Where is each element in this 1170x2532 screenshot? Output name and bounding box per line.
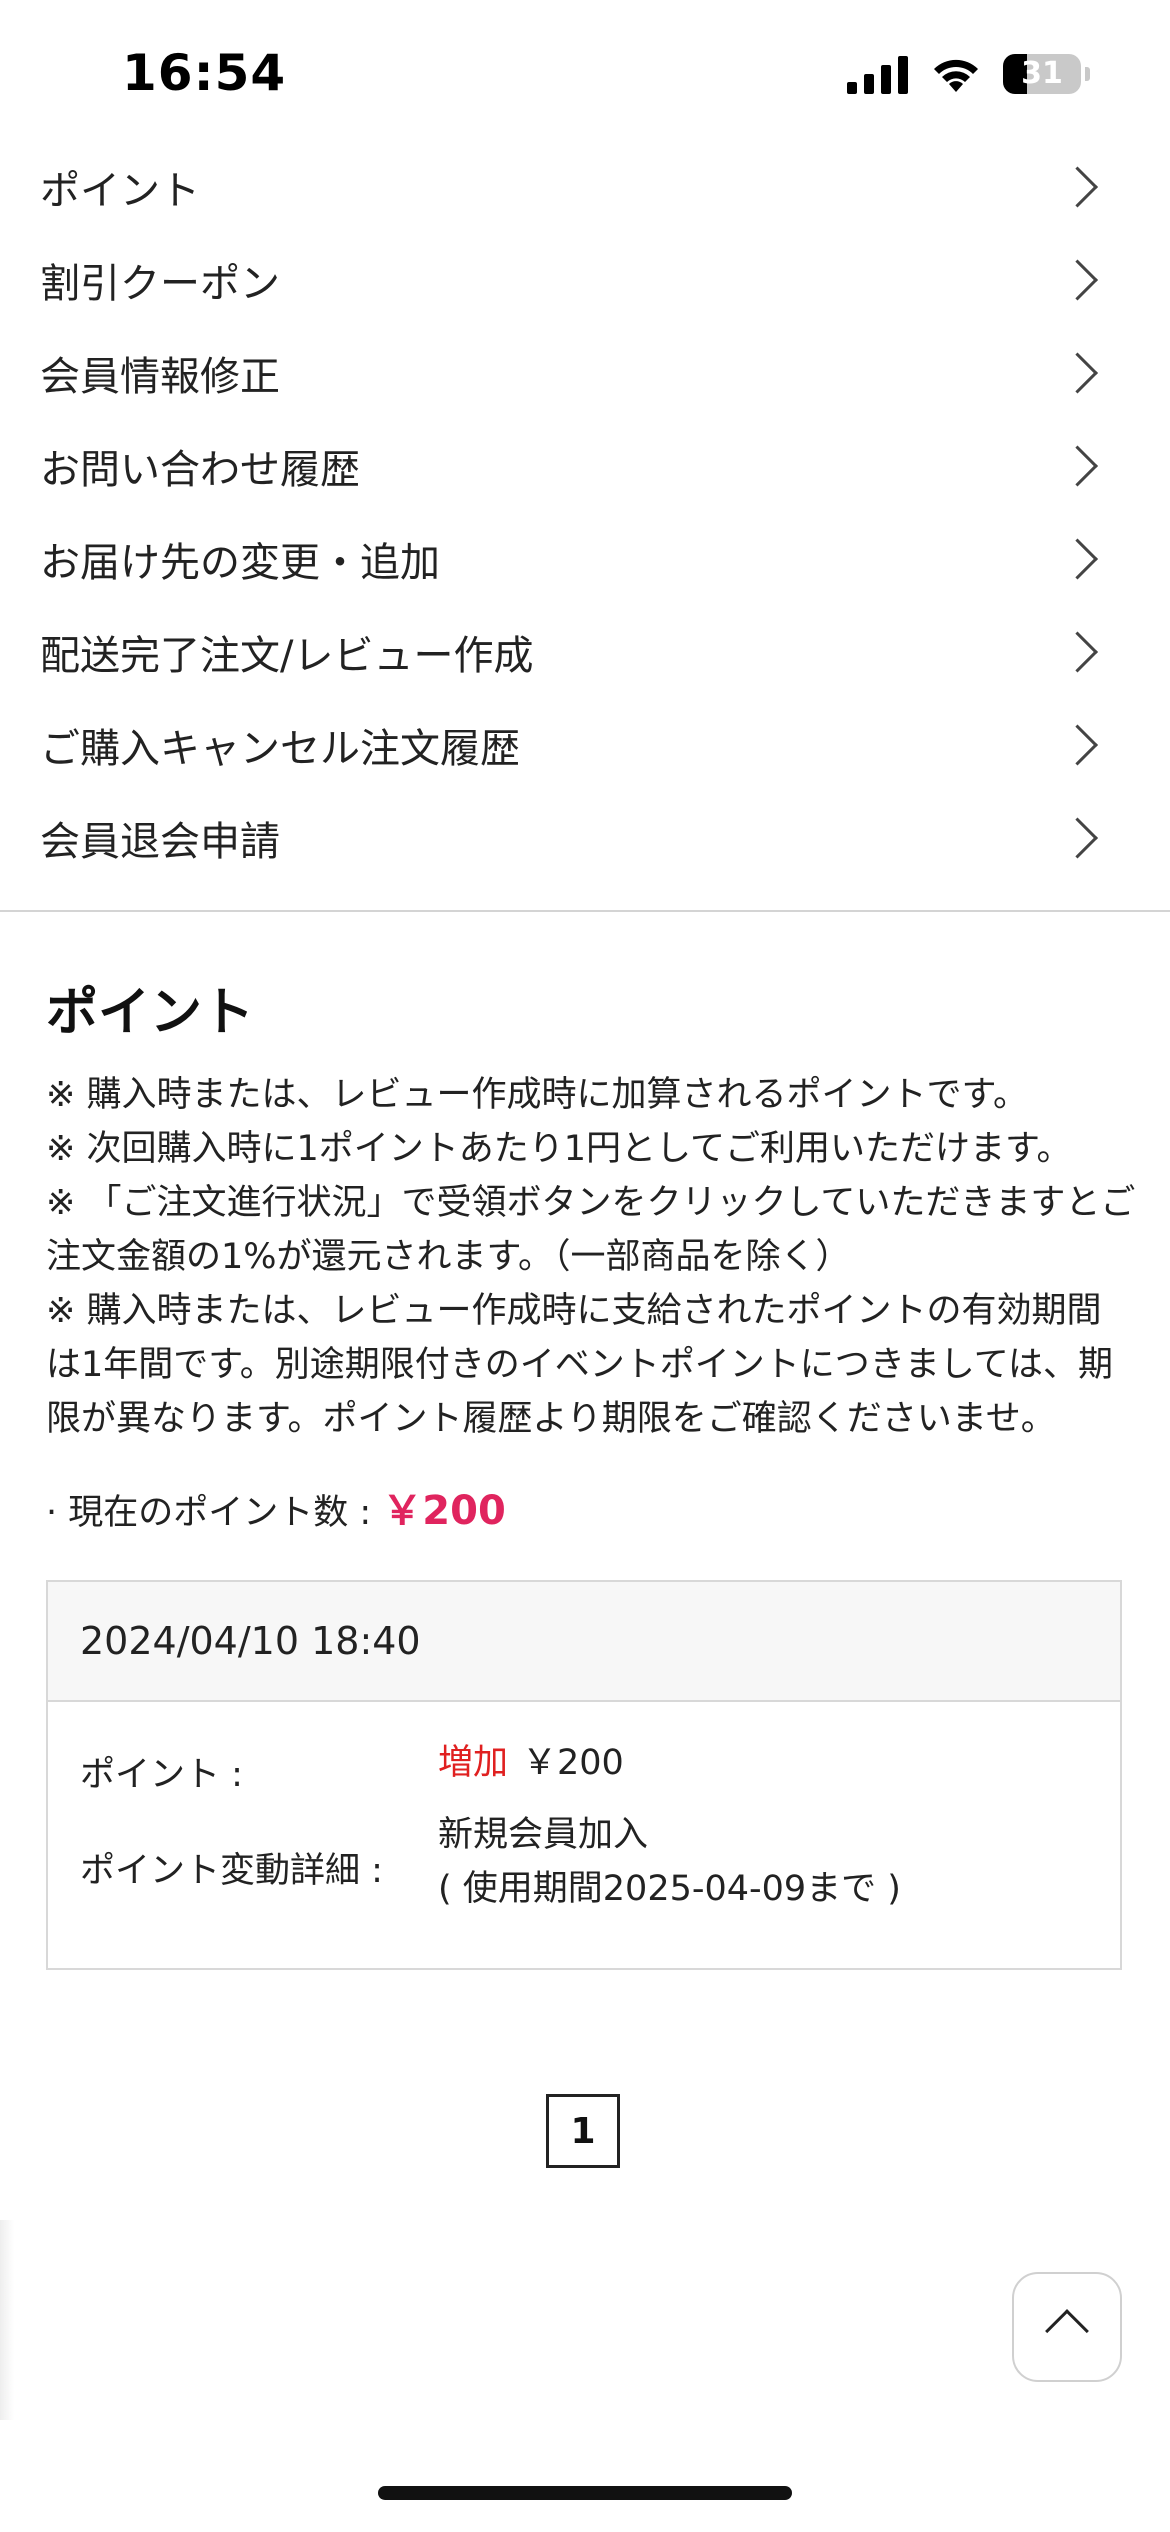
points-note: ※ 「ご注文進行状況」で受領ボタンをクリックしていただきますとご注文金額の1%が… bbox=[46, 1183, 1136, 1277]
history-point-value: 増加 ￥200 bbox=[438, 1736, 624, 1790]
chevron-right-icon bbox=[1056, 816, 1099, 859]
signal-icon bbox=[847, 56, 908, 94]
status-icons: 31 bbox=[847, 54, 1090, 94]
chevron-right-icon bbox=[1056, 165, 1099, 208]
mypage-screen: 16:54 31 ポイント 割引クーポン 会員情報修正 お問い合わせ履歴 お届け… bbox=[0, 0, 1170, 2532]
menu-item-inquiry-history[interactable]: お問い合わせ履歴 bbox=[0, 419, 1170, 512]
status-bar: 16:54 31 bbox=[0, 0, 1170, 150]
status-time: 16:54 bbox=[122, 44, 287, 102]
menu-item-withdraw[interactable]: 会員退会申請 bbox=[0, 791, 1170, 884]
current-points-value: ￥200 bbox=[382, 1488, 506, 1534]
battery-tip bbox=[1085, 67, 1090, 81]
menu-item-delivered-orders[interactable]: 配送完了注文/レビュー作成 bbox=[0, 605, 1170, 698]
history-point-label: ポイント : bbox=[80, 1755, 243, 1795]
chevron-right-icon bbox=[1056, 258, 1099, 301]
menu-item-label: お届け先の変更・追加 bbox=[40, 539, 440, 586]
chevron-right-icon bbox=[1056, 351, 1099, 394]
points-note: ※ 次回購入時に1ポイントあたり1円としてご利用いただけます。 bbox=[46, 1129, 1072, 1169]
current-points-label: · 現在のポイント数 : bbox=[46, 1493, 383, 1533]
section-divider bbox=[0, 910, 1170, 912]
menu-item-coupons[interactable]: 割引クーポン bbox=[0, 233, 1170, 326]
edge-shadow bbox=[0, 2220, 14, 2420]
history-detail-line: 新規会員加入 bbox=[438, 1815, 649, 1855]
chevron-right-icon bbox=[1056, 537, 1099, 580]
history-detail-value: 新規会員加入 ( 使用期間2025-04-09まで ) bbox=[438, 1808, 901, 1916]
menu-item-label: 割引クーポン bbox=[40, 260, 280, 307]
points-note: ※ 購入時または、レビュー作成時に支給されたポイントの有効期間は1年間です。別途… bbox=[46, 1291, 1114, 1439]
menu-item-points[interactable]: ポイント bbox=[0, 140, 1170, 233]
chevron-right-icon bbox=[1056, 444, 1099, 487]
history-detail-line: ( 使用期間2025-04-09まで ) bbox=[438, 1869, 901, 1909]
history-body: ポイント : 増加 ￥200 ポイント変動詳細 : 新規会員加入 ( 使用期間20… bbox=[48, 1702, 1120, 1970]
menu-item-shipping-address[interactable]: お届け先の変更・追加 bbox=[0, 512, 1170, 605]
battery-percent: 31 bbox=[1021, 56, 1063, 91]
pagination-page-1[interactable]: 1 bbox=[546, 2094, 620, 2168]
menu-item-label: 会員情報修正 bbox=[40, 353, 280, 400]
chevron-right-icon bbox=[1056, 723, 1099, 766]
menu-item-label: ポイント bbox=[40, 167, 200, 214]
battery-icon: 31 bbox=[1003, 54, 1081, 94]
menu-item-label: お問い合わせ履歴 bbox=[40, 446, 360, 493]
account-menu: ポイント 割引クーポン 会員情報修正 お問い合わせ履歴 お届け先の変更・追加 配… bbox=[0, 140, 1170, 884]
scroll-to-top-button[interactable] bbox=[1012, 2272, 1122, 2382]
points-history-table: 2024/04/10 18:40 ポイント : 増加 ￥200 ポイント変動詳細 … bbox=[46, 1580, 1122, 1970]
points-note: ※ 購入時または、レビュー作成時に加算されるポイントです。 bbox=[46, 1075, 1028, 1115]
menu-item-label: 配送完了注文/レビュー作成 bbox=[40, 632, 534, 679]
history-change-amount: ￥200 bbox=[522, 1743, 624, 1783]
history-detail-label: ポイント変動詳細 : bbox=[80, 1851, 383, 1891]
menu-item-label: ご購入キャンセル注文履歴 bbox=[40, 725, 520, 772]
menu-item-edit-profile[interactable]: 会員情報修正 bbox=[0, 326, 1170, 419]
current-points: · 現在のポイント数 : ￥200 bbox=[46, 1478, 506, 1536]
menu-item-cancel-history[interactable]: ご購入キャンセル注文履歴 bbox=[0, 698, 1170, 791]
chevron-up-icon bbox=[1045, 2309, 1089, 2354]
home-indicator[interactable] bbox=[378, 2486, 792, 2500]
history-change-type: 増加 bbox=[438, 1743, 509, 1783]
menu-item-label: 会員退会申請 bbox=[40, 818, 280, 865]
points-notes: ※ 購入時または、レビュー作成時に加算されるポイントです。 ※ 次回購入時に1ポ… bbox=[46, 1068, 1136, 1446]
chevron-right-icon bbox=[1056, 630, 1099, 673]
wifi-icon bbox=[934, 59, 978, 92]
points-section-title: ポイント bbox=[46, 983, 255, 1043]
history-date: 2024/04/10 18:40 bbox=[48, 1582, 1120, 1702]
